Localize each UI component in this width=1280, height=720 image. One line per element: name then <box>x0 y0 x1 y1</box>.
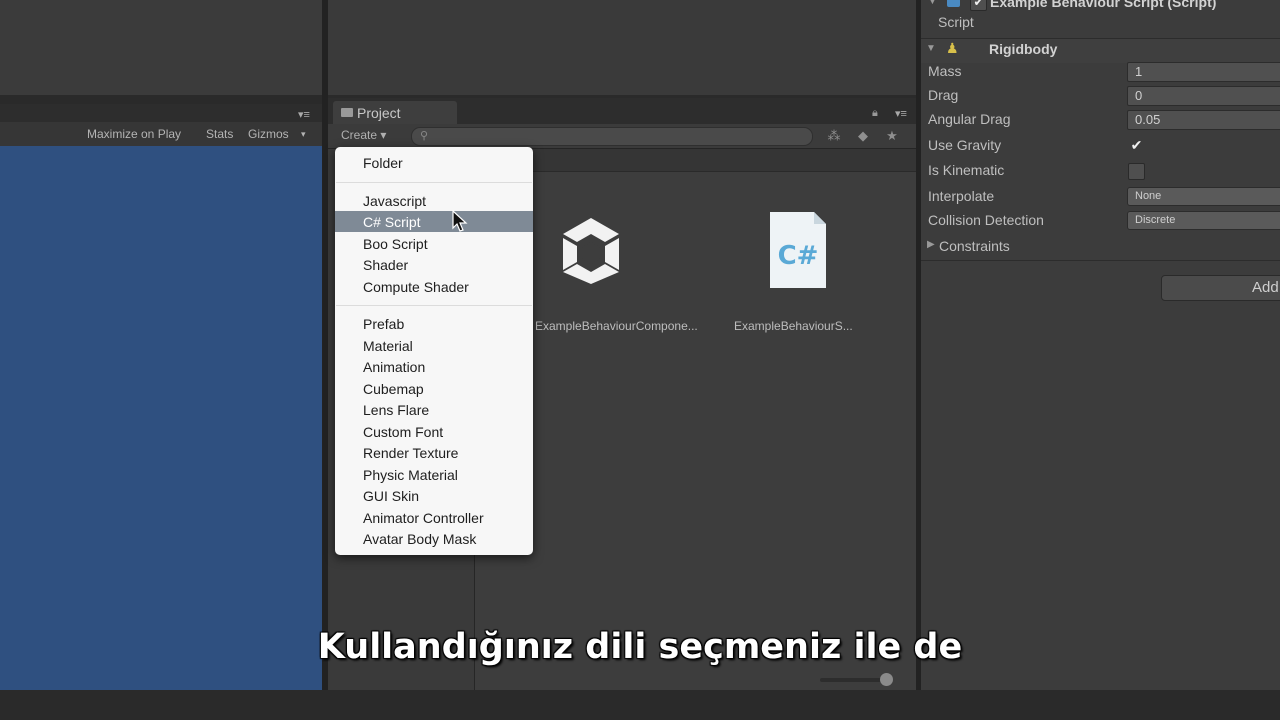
csharp-file-icon[interactable]: C# <box>770 212 826 288</box>
menu-item-folder[interactable]: Folder <box>335 152 533 173</box>
script-field-label: Script <box>938 14 974 30</box>
hierarchy-panel <box>328 0 916 95</box>
collision-detection-dropdown[interactable]: Discrete <box>1127 211 1280 230</box>
search-icon: ⚲ <box>420 130 429 142</box>
mass-value: 1 <box>1135 64 1143 79</box>
create-menu: Folder Javascript C# Script Boo Script S… <box>335 147 533 555</box>
maximize-on-play-button[interactable]: Maximize on Play <box>87 127 181 141</box>
favorites-star-icon[interactable]: ★ <box>884 128 900 144</box>
stats-button[interactable]: Stats <box>206 127 233 141</box>
collision-detection-label: Collision Detection <box>928 212 1044 228</box>
drag-label: Drag <box>928 87 959 103</box>
interpolate-dropdown[interactable]: None <box>1127 187 1280 206</box>
mass-label: Mass <box>928 63 962 79</box>
gizmos-button[interactable]: Gizmos <box>248 127 289 141</box>
menu-item-cubemap[interactable]: Cubemap <box>335 378 533 399</box>
project-assets-grid[interactable] <box>475 149 916 690</box>
filter-by-type-icon[interactable]: ⁂ <box>826 128 842 144</box>
foldout-arrow-icon[interactable]: ▼ <box>926 43 936 54</box>
menu-item-boo-script[interactable]: Boo Script <box>335 233 533 254</box>
folder-icon <box>341 108 353 117</box>
game-tab-strip <box>0 104 322 122</box>
menu-item-csharp-script[interactable]: C# Script <box>335 211 533 232</box>
interpolate-value: None <box>1135 190 1162 202</box>
foldout-arrow-icon[interactable]: ▼ <box>928 0 937 6</box>
script-enabled-checkbox[interactable]: ✔ <box>970 0 987 11</box>
foldout-arrow-icon[interactable]: ▶ <box>927 239 935 250</box>
panel-menu-icon[interactable]: ▾≡ <box>298 108 310 121</box>
constraints-label[interactable]: Constraints <box>939 238 1010 254</box>
assets-breadcrumb-bar <box>475 149 916 172</box>
angular-drag-field[interactable]: 0.05 <box>1127 110 1280 130</box>
menu-item-compute-shader[interactable]: Compute Shader <box>335 276 533 297</box>
menu-item-custom-font[interactable]: Custom Font <box>335 421 533 442</box>
script-component-title: Example Behaviour Script (Script) <box>990 0 1217 10</box>
angular-drag-value: 0.05 <box>1135 112 1161 127</box>
is-kinematic-checkbox[interactable] <box>1128 163 1145 180</box>
add-component-label: Add <box>1252 279 1279 296</box>
menu-item-gui-skin[interactable]: GUI Skin <box>335 485 533 506</box>
angular-drag-label: Angular Drag <box>928 111 1011 127</box>
menu-item-javascript[interactable]: Javascript <box>335 190 533 211</box>
inspector-divider <box>921 260 1280 261</box>
use-gravity-label: Use Gravity <box>928 137 1002 153</box>
menu-item-physic-material[interactable]: Physic Material <box>335 464 533 485</box>
use-gravity-checkbox[interactable]: ✔ <box>1128 137 1145 154</box>
unity-logo-icon[interactable] <box>553 212 629 288</box>
menu-item-prefab[interactable]: Prefab <box>335 313 533 334</box>
script-component-icon <box>947 0 960 7</box>
mass-field[interactable]: 1 <box>1127 62 1280 82</box>
menu-separator <box>336 305 532 306</box>
menu-item-animation[interactable]: Animation <box>335 356 533 377</box>
asset-label[interactable]: ExampleBehaviourS... <box>734 319 853 333</box>
gizmos-dropdown-icon[interactable]: ▾ <box>301 129 306 140</box>
csharp-icon-text: C# <box>778 241 819 271</box>
game-view[interactable] <box>0 146 322 690</box>
menu-item-lens-flare[interactable]: Lens Flare <box>335 399 533 420</box>
menu-separator <box>336 182 532 183</box>
drag-field[interactable]: 0 <box>1127 86 1280 106</box>
collision-detection-value: Discrete <box>1135 214 1176 226</box>
create-button[interactable]: Create ▾ <box>341 128 386 142</box>
rigidbody-icon: ♟ <box>946 40 959 56</box>
asset-label[interactable]: ExampleBehaviourCompone... <box>535 319 698 333</box>
add-component-button[interactable]: Add <box>1161 275 1280 301</box>
is-kinematic-label: Is Kinematic <box>928 162 1005 178</box>
panel-menu-icon[interactable]: ▾≡ <box>895 107 907 120</box>
menu-item-render-texture[interactable]: Render Texture <box>335 442 533 463</box>
status-bar <box>0 690 1280 720</box>
video-subtitle: Kullandığınız dili seçmeniz ile de <box>317 627 963 667</box>
menu-item-material[interactable]: Material <box>335 335 533 356</box>
menu-item-shader[interactable]: Shader <box>335 254 533 275</box>
lock-icon[interactable]: 🔒︎ <box>872 107 878 120</box>
icon-size-slider-handle[interactable] <box>880 673 893 686</box>
tab-project[interactable]: Project <box>333 101 457 125</box>
menu-item-animator-controller[interactable]: Animator Controller <box>335 507 533 528</box>
interpolate-label: Interpolate <box>928 188 995 204</box>
project-tab-label: Project <box>357 105 401 121</box>
filter-by-label-icon[interactable]: ◆ <box>855 128 871 144</box>
drag-value: 0 <box>1135 88 1143 103</box>
rigidbody-header[interactable] <box>921 38 1280 63</box>
mouse-cursor-icon <box>452 209 468 237</box>
rigidbody-title: Rigidbody <box>989 41 1058 57</box>
menu-item-avatar-body-mask[interactable]: Avatar Body Mask <box>335 528 533 549</box>
game-view-toolbar: Maximize on Play Stats Gizmos ▾ <box>0 122 322 147</box>
search-input[interactable]: ⚲ <box>411 127 813 146</box>
scene-view-panel <box>0 0 322 95</box>
